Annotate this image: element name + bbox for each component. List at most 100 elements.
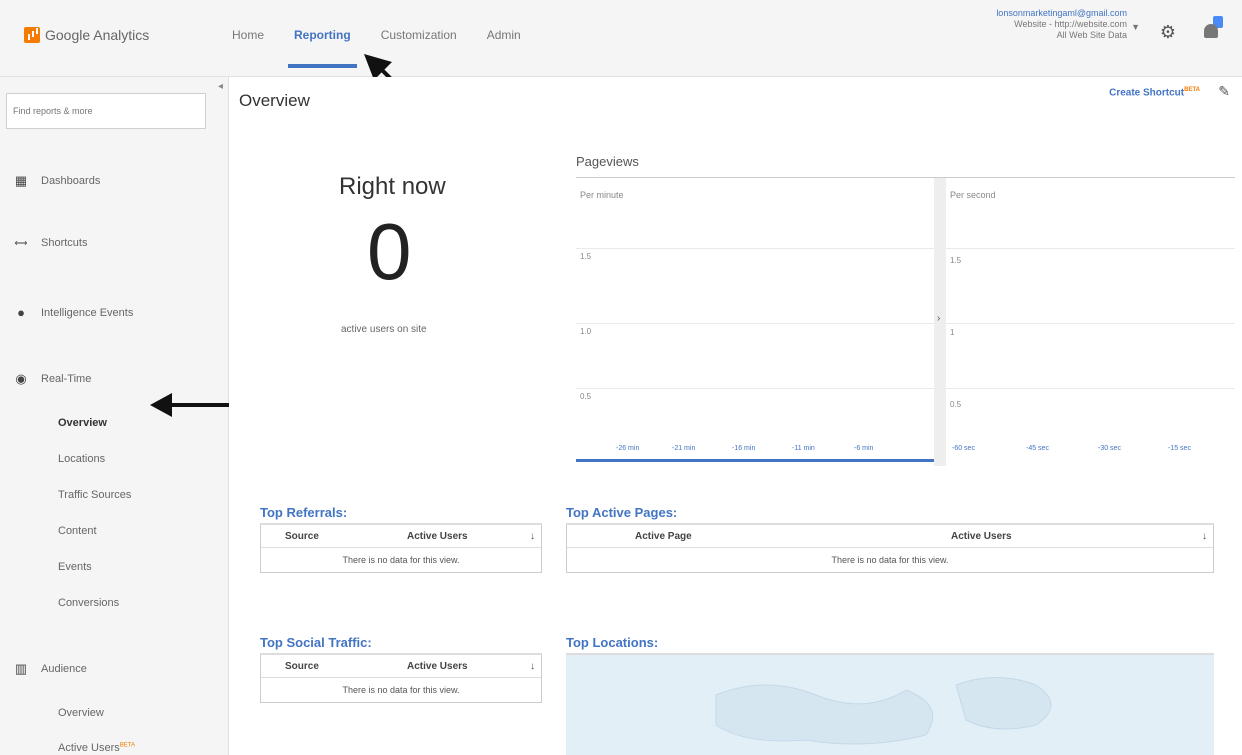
y-tick: 1.0 bbox=[580, 327, 592, 336]
logo-text: Google Analytics bbox=[45, 27, 150, 43]
analytics-app: Google Analytics Home Reporting Customiz… bbox=[0, 0, 1242, 755]
per-second-chart: Per second 1.5 1 0.5 -60 sec -45 sec -30… bbox=[946, 178, 1235, 466]
top-active-pages-table: Active Page Active Users ↓ There is no d… bbox=[566, 525, 1214, 573]
chevron-right-icon[interactable]: › bbox=[937, 313, 940, 324]
realtime-locations-link[interactable]: Locations bbox=[58, 453, 105, 465]
collapse-sidebar-icon[interactable]: ◂ bbox=[218, 81, 223, 92]
pageviews-title: Pageviews bbox=[576, 154, 639, 169]
source-column-header[interactable]: Source bbox=[285, 531, 319, 542]
top-social-traffic-title: Top Social Traffic: bbox=[260, 635, 542, 655]
analytics-logo-icon bbox=[24, 27, 40, 43]
top-active-pages-widget: Top Active Pages: Active Page Active Use… bbox=[566, 505, 1214, 573]
empty-state-message: There is no data for this view. bbox=[342, 555, 460, 565]
x-tick: -45 sec bbox=[1026, 445, 1049, 452]
empty-state-message: There is no data for this view. bbox=[831, 555, 949, 565]
table-header: Active Page Active Users ↓ bbox=[567, 525, 1213, 548]
realtime-events-link[interactable]: Events bbox=[58, 561, 92, 573]
audience-people-icon: ▥ bbox=[14, 661, 28, 676]
top-locations-widget: Top Locations: bbox=[566, 635, 1214, 655]
world-map-outline bbox=[715, 677, 1052, 745]
x-tick: -26 min bbox=[616, 445, 640, 452]
active-users-subtitle: active users on site bbox=[341, 324, 427, 335]
per-minute-label: Per minute bbox=[580, 190, 624, 200]
y-tick: 0.5 bbox=[580, 392, 592, 401]
x-tick: -11 min bbox=[792, 445, 815, 452]
sort-arrow-down-icon[interactable]: ↓ bbox=[530, 531, 535, 542]
x-tick: -21 min bbox=[672, 445, 696, 452]
nav-admin[interactable]: Admin bbox=[487, 28, 521, 42]
pageviews-panel: Per minute 1.5 1.0 0.5 -26 min -21 min -… bbox=[576, 177, 1235, 466]
intelligence-bulb-icon: ● bbox=[17, 305, 25, 320]
empty-state-message: There is no data for this view. bbox=[342, 685, 460, 695]
active-users-column-header[interactable]: Active Users bbox=[407, 531, 468, 542]
realtime-content-link[interactable]: Content bbox=[58, 525, 97, 537]
sidebar-item-dashboards[interactable]: ▦ Dashboards bbox=[14, 173, 100, 189]
per-second-label: Per second bbox=[950, 190, 996, 200]
gridline bbox=[946, 388, 1235, 389]
active-users-label: Active Users bbox=[58, 742, 120, 754]
top-referrals-title: Top Referrals: bbox=[260, 505, 542, 525]
settings-gear-icon[interactable]: ⚙ bbox=[1160, 22, 1176, 43]
top-social-traffic-widget: Top Social Traffic: Source Active Users … bbox=[260, 635, 542, 703]
sidebar-item-audience[interactable]: ▥ Audience bbox=[14, 661, 87, 677]
sidebar-item-label: Intelligence Events bbox=[41, 306, 134, 319]
table-header: Source Active Users ↓ bbox=[261, 525, 541, 548]
account-view: All Web Site Data bbox=[1056, 30, 1127, 40]
top-active-pages-title: Top Active Pages: bbox=[566, 505, 1214, 525]
x-tick: -15 sec bbox=[1168, 445, 1191, 452]
y-tick: 1.5 bbox=[950, 256, 962, 265]
realtime-overview-link[interactable]: Overview bbox=[58, 417, 107, 429]
y-tick: 1.5 bbox=[580, 252, 592, 261]
beta-tag: BETA bbox=[119, 742, 135, 749]
sidebar-item-intelligence[interactable]: ● Intelligence Events bbox=[14, 305, 133, 320]
share-megaphone-icon[interactable]: ✎ bbox=[1218, 83, 1230, 100]
top-social-traffic-table: Source Active Users ↓ There is no data f… bbox=[260, 655, 542, 703]
top-referrals-table: Source Active Users ↓ There is no data f… bbox=[260, 525, 542, 573]
top-locations-title: Top Locations: bbox=[566, 635, 1214, 655]
sidebar-item-label: Shortcuts bbox=[41, 237, 88, 249]
create-shortcut-label: Create Shortcut bbox=[1109, 87, 1185, 99]
account-selector[interactable]: lonsonmarketingaml@gmail.com Website - h… bbox=[996, 8, 1127, 41]
report-search-input[interactable] bbox=[6, 93, 206, 129]
y-tick: 1 bbox=[950, 328, 955, 337]
sidebar-item-shortcuts[interactable]: ⟷ Shortcuts bbox=[14, 237, 88, 249]
account-dropdown-icon[interactable]: ▼ bbox=[1131, 22, 1140, 32]
create-shortcut-link[interactable]: Create ShortcutBETA bbox=[1109, 87, 1200, 98]
nav-reporting[interactable]: Reporting bbox=[288, 28, 357, 68]
gridline bbox=[576, 323, 934, 324]
nav-active-indicator bbox=[288, 64, 357, 68]
audience-overview-link[interactable]: Overview bbox=[58, 707, 104, 719]
x-tick: -16 min bbox=[732, 445, 756, 452]
x-tick: -6 min bbox=[854, 445, 874, 452]
audience-active-users-link[interactable]: Active UsersBETA bbox=[58, 742, 135, 754]
source-column-header[interactable]: Source bbox=[285, 661, 319, 672]
locations-map[interactable] bbox=[566, 655, 1214, 755]
account-email: lonsonmarketingaml@gmail.com bbox=[996, 8, 1127, 18]
active-users-count: 0 bbox=[367, 207, 412, 296]
realtime-traffic-sources-link[interactable]: Traffic Sources bbox=[58, 489, 131, 501]
account-property: Website - http://website.com bbox=[1014, 19, 1127, 29]
nav-customization[interactable]: Customization bbox=[381, 28, 457, 42]
active-users-column-header[interactable]: Active Users bbox=[407, 661, 468, 672]
realtime-conversions-link[interactable]: Conversions bbox=[58, 597, 119, 609]
realtime-clock-icon: ◉ bbox=[15, 371, 27, 386]
nav-home[interactable]: Home bbox=[232, 28, 264, 42]
right-now-label: Right now bbox=[339, 173, 446, 200]
table-header: Source Active Users ↓ bbox=[261, 655, 541, 678]
shortcuts-icon: ⟷ bbox=[14, 237, 28, 248]
gridline bbox=[576, 388, 934, 389]
notifications-bell-icon[interactable] bbox=[1204, 24, 1218, 38]
page-title: Overview bbox=[239, 91, 310, 110]
nav-reporting-label: Reporting bbox=[294, 28, 351, 42]
active-page-column-header[interactable]: Active Page bbox=[635, 531, 692, 542]
sidebar-item-label: Audience bbox=[41, 663, 87, 675]
sort-arrow-down-icon[interactable]: ↓ bbox=[1202, 531, 1207, 542]
gridline bbox=[946, 248, 1235, 249]
sidebar-item-realtime[interactable]: ◉ Real-Time bbox=[14, 371, 91, 387]
x-tick: -30 sec bbox=[1098, 445, 1121, 452]
per-minute-chart: Per minute 1.5 1.0 0.5 -26 min -21 min -… bbox=[576, 178, 934, 466]
active-users-column-header[interactable]: Active Users bbox=[951, 531, 1012, 542]
sort-arrow-down-icon[interactable]: ↓ bbox=[530, 661, 535, 672]
google-analytics-logo[interactable]: Google Analytics bbox=[24, 27, 149, 43]
gridline bbox=[576, 248, 934, 249]
